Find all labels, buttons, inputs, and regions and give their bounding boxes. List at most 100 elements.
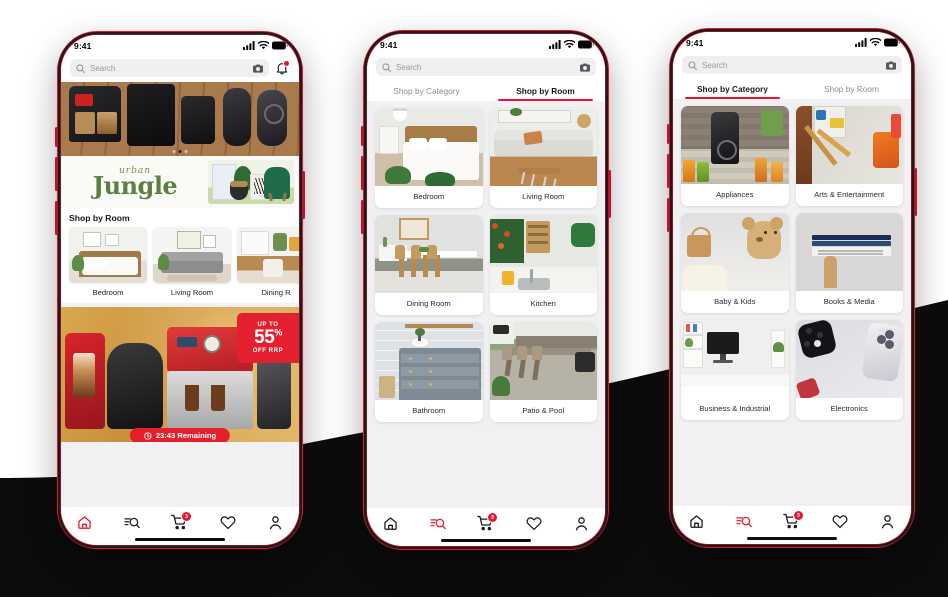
section-title-shop-by-room: Shop by Room	[61, 208, 299, 227]
nav-wishlist-button[interactable]	[521, 513, 547, 533]
appliances-tile	[681, 106, 789, 184]
dining-room-tile	[375, 215, 483, 293]
home-icon	[690, 514, 703, 528]
tab-shop-by-room[interactable]: Shop by Room	[792, 80, 911, 99]
banner-image	[208, 160, 294, 204]
person-icon	[881, 514, 893, 528]
room-card[interactable]: Dining R	[237, 227, 299, 303]
category-tile[interactable]: Appliances	[681, 106, 789, 206]
category-grid-content: Appliances Arts & Entertainment Baby & K…	[673, 99, 911, 506]
category-tile-label: Electronics	[830, 404, 868, 413]
cellular-bars-icon	[243, 41, 255, 50]
battery-icon	[884, 38, 900, 47]
urban-jungle-banner[interactable]: urban Jungle	[61, 156, 299, 208]
search-row: Search	[673, 53, 911, 79]
wifi-icon	[258, 41, 269, 50]
room-tile[interactable]: Bathroom	[375, 322, 483, 422]
patio-pool-tile	[489, 322, 597, 400]
person-icon	[575, 516, 587, 530]
tab-shop-by-room[interactable]: Shop by Room	[486, 82, 605, 101]
shop-tabs: Shop by Category Shop by Room	[367, 81, 605, 101]
bottom-nav: 3	[61, 507, 299, 534]
room-tile-label: Living Room	[522, 192, 565, 201]
category-tile[interactable]: Baby & Kids	[681, 213, 789, 313]
promo-discount-badge: UP TO 55% OFF RRP	[237, 313, 299, 363]
nav-browse-button[interactable]	[119, 512, 145, 532]
cellular-bars-icon	[855, 38, 867, 47]
category-tile-label: Appliances	[716, 190, 754, 199]
search-input[interactable]: Search	[70, 59, 269, 77]
room-tile[interactable]: Patio & Pool	[489, 322, 597, 422]
room-strip[interactable]: Bedroom Living Room Dining R	[61, 227, 299, 303]
room-card[interactable]: Bedroom	[69, 227, 147, 303]
search-icon	[382, 62, 391, 72]
nav-wishlist-button[interactable]	[215, 512, 241, 532]
camera-icon[interactable]	[253, 63, 263, 73]
notification-dot	[283, 60, 290, 67]
bedroom-thumb	[69, 227, 147, 283]
cart-badge: 3	[792, 510, 804, 521]
room-tile[interactable]: Dining Room	[375, 215, 483, 315]
search-placeholder: Search	[90, 63, 116, 73]
room-tile[interactable]: Kitchen	[489, 215, 597, 315]
browse-search-icon	[430, 518, 447, 529]
heart-icon	[220, 515, 236, 529]
category-tile[interactable]: Electronics	[795, 320, 903, 420]
bottom-nav: 3	[367, 508, 605, 535]
room-tile-label: Dining Room	[406, 299, 451, 308]
camera-icon[interactable]	[580, 62, 590, 72]
nav-home-button[interactable]	[378, 513, 404, 533]
carousel-dots[interactable]	[172, 150, 188, 153]
home-indicator	[367, 535, 605, 546]
carousel-dot	[172, 150, 176, 153]
search-input[interactable]: Search	[376, 58, 596, 76]
room-tile[interactable]: Living Room	[489, 108, 597, 208]
home-indicator	[673, 533, 911, 544]
status-time: 9:41	[380, 39, 398, 50]
bathroom-tile	[375, 322, 483, 400]
living-room-thumb	[153, 227, 231, 283]
hero-carousel[interactable]	[61, 82, 299, 156]
nav-cart-button[interactable]: 3	[167, 511, 193, 532]
nav-home-button[interactable]	[684, 511, 710, 531]
room-tile-label: Bathroom	[412, 406, 446, 415]
status-bar: 9:41	[367, 34, 605, 55]
nav-wishlist-button[interactable]	[827, 511, 853, 531]
search-icon	[688, 60, 697, 70]
status-bar: 9:41	[61, 35, 299, 56]
battery-icon	[272, 41, 288, 50]
promo-banner[interactable]: UP TO 55% OFF RRP 23:43 Remaining	[61, 307, 299, 442]
nav-account-button[interactable]	[568, 513, 594, 533]
nav-cart-button[interactable]: 3	[779, 510, 805, 531]
nav-cart-button[interactable]: 3	[473, 512, 499, 533]
category-tile[interactable]: Business & Industrial	[681, 320, 789, 420]
banner-main-word: Jungle	[92, 170, 178, 200]
living-room-tile	[489, 108, 597, 186]
tab-shop-by-category[interactable]: Shop by Category	[367, 82, 486, 101]
nav-browse-button[interactable]	[425, 513, 451, 533]
wifi-icon	[870, 38, 881, 47]
bedroom-tile	[375, 108, 483, 186]
kitchen-tile	[489, 215, 597, 293]
category-tile[interactable]: Arts & Entertainment	[795, 106, 903, 206]
bottom-nav: 3	[673, 506, 911, 533]
notification-bell-button[interactable]	[274, 60, 290, 76]
search-input[interactable]: Search	[682, 56, 902, 74]
baby-kids-tile	[681, 213, 789, 291]
camera-icon[interactable]	[886, 60, 896, 70]
category-tile[interactable]: Books & Media	[795, 213, 903, 313]
room-tile[interactable]: Bedroom	[375, 108, 483, 208]
room-card[interactable]: Living Room	[153, 227, 231, 303]
nav-home-button[interactable]	[72, 512, 98, 532]
promo-off-text: OFF RRP	[252, 347, 284, 354]
browse-search-icon	[124, 517, 141, 528]
nav-account-button[interactable]	[262, 512, 288, 532]
search-placeholder: Search	[702, 60, 728, 70]
cellular-bars-icon	[549, 40, 561, 49]
nav-browse-button[interactable]	[731, 511, 757, 531]
nav-account-button[interactable]	[874, 511, 900, 531]
home-icon	[384, 516, 397, 530]
screen-shop-by-room: 9:41 Search Shop by Category Shop by Roo…	[367, 34, 605, 546]
tab-shop-by-category[interactable]: Shop by Category	[673, 80, 792, 99]
promo-percent-symbol: %	[274, 327, 282, 338]
